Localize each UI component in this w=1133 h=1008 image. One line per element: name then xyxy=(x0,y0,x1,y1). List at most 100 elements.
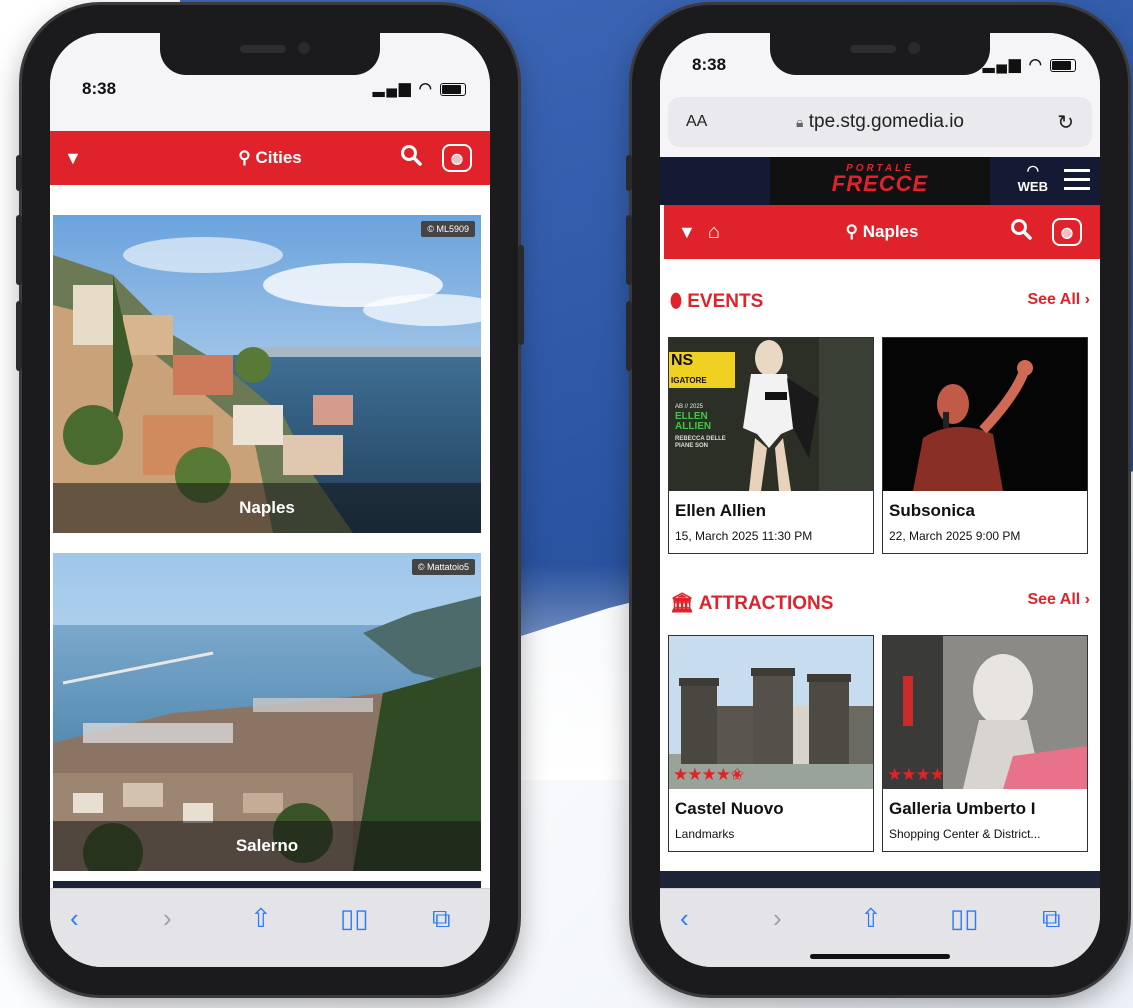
event-date: 22, March 2025 9:00 PM xyxy=(889,529,1021,543)
navbar-center: ⚲ Cities xyxy=(50,148,490,168)
notch xyxy=(160,33,380,75)
event-title: Ellen Allien xyxy=(675,501,767,520)
chevron-right-icon: › xyxy=(1084,291,1090,308)
creative-commons-icon: © xyxy=(427,224,434,234)
city-name: Naples xyxy=(53,483,481,533)
photo-credit: © ML5909 xyxy=(421,221,475,237)
forward-icon[interactable]: › xyxy=(163,903,172,934)
url-text-wrap: 🔒︎ tpe.stg.gomedia.io xyxy=(668,111,1092,133)
signal-icon: ▂▄▆ xyxy=(982,56,1023,73)
forward-icon[interactable]: › xyxy=(773,903,782,934)
right-screen: 8:38 ▂▄▆ ◠ AA 🔒︎ tpe.stg.gomedia.io ↻ PO… xyxy=(660,33,1100,967)
event-date: 15, March 2025 11:30 PM xyxy=(675,529,813,543)
city-card-naples[interactable]: © ML5909 Naples xyxy=(53,215,481,533)
bookmarks-icon[interactable]: ▯▯ xyxy=(950,903,979,934)
left-phone-frame: 8:38 ▂▄▆ ◠ ▼ ⚲ Cities ◍ © ML5909 Naples … xyxy=(16,5,524,995)
museum-icon: 🏛︎ xyxy=(670,593,695,614)
share-icon[interactable]: ⇧ xyxy=(860,903,882,934)
rating-stars: ★★★★ xyxy=(887,765,945,784)
status-time: 8:38 xyxy=(692,55,727,74)
portale-frecce-logo[interactable]: PORTALE FRECCE xyxy=(770,157,990,205)
search-icon[interactable] xyxy=(400,144,422,172)
attraction-title: Galleria Umberto I xyxy=(889,799,1036,818)
lock-icon: 🔒︎ xyxy=(796,114,804,130)
photo-credit-text: Mattatoio5 xyxy=(426,562,469,572)
bookmarks-icon[interactable]: ▯▯ xyxy=(340,903,369,934)
events-see-all-link[interactable]: See All › xyxy=(1027,291,1090,309)
event-poster: NS IGATORE AB // 2025 ELLEN ALLIEN REBEC… xyxy=(669,338,873,491)
url-bar[interactable]: AA 🔒︎ tpe.stg.gomedia.io ↻ xyxy=(668,97,1092,147)
volume-down-button xyxy=(626,301,632,371)
attraction-title: Castel Nuovo xyxy=(675,799,784,818)
reload-icon[interactable]: ↻ xyxy=(1057,110,1074,135)
see-all-label: See All xyxy=(1027,291,1081,308)
events-section-header: ⬮ EVENTS See All › xyxy=(670,291,1090,321)
back-icon[interactable]: ‹ xyxy=(70,903,79,934)
section-title: ATTRACTIONS xyxy=(698,593,834,614)
right-phone-frame: 8:38 ▂▄▆ ◠ AA 🔒︎ tpe.stg.gomedia.io ↻ PO… xyxy=(626,5,1128,995)
status-time: 8:38 xyxy=(82,79,117,98)
event-card-subsonica[interactable]: Subsonica 22, March 2025 9:00 PM xyxy=(882,337,1088,554)
volume-up-button xyxy=(626,215,632,285)
home-indicator[interactable] xyxy=(810,954,950,959)
left-screen: 8:38 ▂▄▆ ◠ ▼ ⚲ Cities ◍ © ML5909 Naples … xyxy=(50,33,490,967)
event-photo xyxy=(883,338,1087,491)
attractions-see-all-link[interactable]: See All › xyxy=(1027,591,1090,609)
top-navbar: ▼ ⚲ Cities ◍ xyxy=(50,131,490,185)
section-title: EVENTS xyxy=(687,291,764,312)
tabs-icon[interactable]: ⧉ xyxy=(1042,903,1061,935)
web-label: WEB xyxy=(1017,179,1048,194)
photo-credit-text: ML5909 xyxy=(436,224,469,234)
logo-bottom-text: FRECCE xyxy=(831,171,929,196)
attraction-card-castel-nuovo[interactable]: ★★★★✬ Castel Nuovo Landmarks xyxy=(668,635,874,852)
navbar-title[interactable]: Naples xyxy=(863,222,919,241)
attraction-photo: ★★★★ xyxy=(883,636,1087,789)
city-name: Salerno xyxy=(53,821,481,871)
signal-icon: ▂▄▆ xyxy=(372,80,413,97)
url-domain[interactable]: tpe.stg.gomedia.io xyxy=(809,111,964,132)
tabs-icon[interactable]: ⧉ xyxy=(432,903,451,935)
location-pin-icon: ⚲ xyxy=(238,148,251,167)
safari-toolbar: ‹ › ⇧ ▯▯ ⧉ xyxy=(50,888,490,967)
chevron-right-icon: › xyxy=(1084,591,1090,608)
home-icon[interactable]: ⌂ xyxy=(708,221,720,244)
battery-icon xyxy=(440,82,466,96)
see-all-label: See All xyxy=(1027,591,1081,608)
attraction-photo: ★★★★✬ xyxy=(669,636,873,789)
notch xyxy=(770,33,990,75)
top-navbar: ▼ ⌂ ⚲ Naples ◍ xyxy=(664,205,1100,259)
chat-globe-icon[interactable]: ◍ xyxy=(442,144,472,172)
chat-globe-icon[interactable]: ◍ xyxy=(1052,218,1082,246)
rating-stars: ★★★★✬ xyxy=(673,765,744,784)
location-pin-icon: ⚲ xyxy=(845,222,858,241)
wifi-icon: ◠ xyxy=(1028,56,1044,73)
caret-down-icon[interactable]: ▼ xyxy=(64,148,82,169)
attraction-category: Shopping Center & District... xyxy=(889,827,1041,841)
menu-icon[interactable] xyxy=(1064,169,1090,190)
navbar-title[interactable]: Cities xyxy=(255,148,301,167)
status-icons: ▂▄▆ ◠ xyxy=(983,55,1076,73)
search-icon[interactable] xyxy=(1010,218,1032,246)
url-strip xyxy=(50,103,490,133)
event-title: Subsonica xyxy=(889,501,975,520)
mute-switch xyxy=(626,155,632,191)
attraction-card-galleria-umberto[interactable]: ★★★★ Galleria Umberto I Shopping Center … xyxy=(882,635,1088,852)
status-icons: ▂▄▆ ◠ xyxy=(373,79,466,97)
volume-up-button xyxy=(16,215,22,285)
caret-down-icon[interactable]: ▼ xyxy=(678,222,696,243)
wifi-icon: ◠ xyxy=(1026,162,1039,178)
share-icon[interactable]: ⇧ xyxy=(250,903,272,934)
back-icon[interactable]: ‹ xyxy=(680,903,689,934)
city-card-salerno[interactable]: © Mattatoio5 Salerno xyxy=(53,553,481,871)
safari-toolbar: ‹ › ⇧ ▯▯ ⧉ xyxy=(660,888,1100,967)
singer-figure xyxy=(913,360,1033,491)
creative-commons-icon: © xyxy=(417,562,425,572)
volume-down-button xyxy=(16,301,22,371)
navbar-center: ⚲ Naples xyxy=(664,222,1100,242)
performer-figure xyxy=(743,338,873,491)
wifi-icon: ◠ xyxy=(418,80,434,97)
event-card-ellen-allien[interactable]: NS IGATORE AB // 2025 ELLEN ALLIEN REBEC… xyxy=(668,337,874,554)
attractions-section-header: 🏛︎ ATTRACTIONS See All › xyxy=(670,591,1090,621)
wifi-web-button[interactable]: ◠ WEB xyxy=(1018,161,1048,194)
attraction-category: Landmarks xyxy=(675,827,735,841)
